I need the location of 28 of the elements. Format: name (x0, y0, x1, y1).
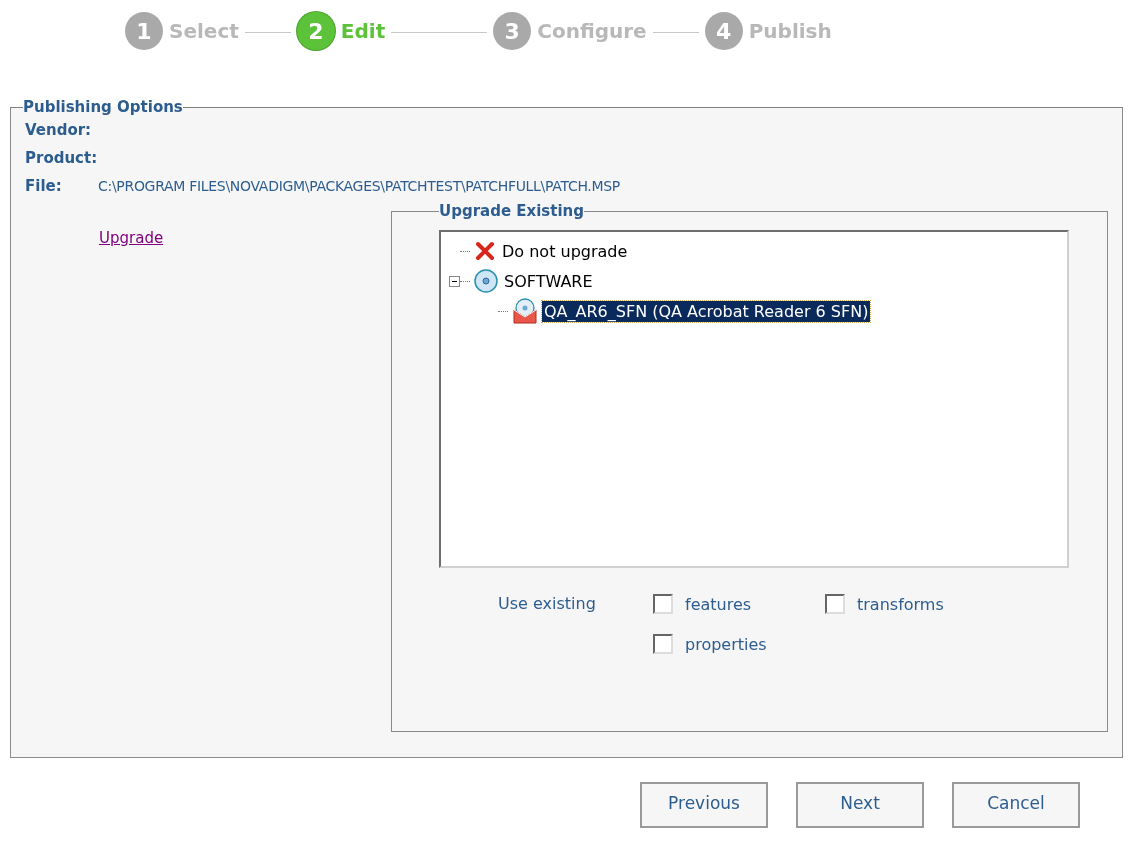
wizard-button[interactable]: Next (796, 782, 924, 828)
disc-box-icon (512, 298, 538, 324)
cross-icon (474, 240, 496, 262)
checkbox[interactable] (653, 594, 673, 614)
disc-icon (474, 269, 498, 293)
tree-item[interactable]: QA_AR6_SFN (QA Acrobat Reader 6 SFN) (542, 300, 871, 322)
upgrade-link[interactable]: Upgrade (99, 229, 164, 247)
wizard-step: 4 Publish (704, 12, 832, 50)
field-label: File: (25, 177, 63, 195)
wizard-button[interactable]: Cancel (952, 782, 1080, 828)
panel-title: Upgrade Existing (439, 202, 585, 220)
checkbox-label: features (685, 594, 752, 614)
checkbox[interactable] (653, 634, 673, 654)
checkbox-label: properties (685, 634, 767, 654)
wizard-step: 3 Configure (493, 12, 647, 50)
wizard-step: 2 Edit (296, 12, 386, 50)
field-label: Vendor: (25, 121, 93, 139)
collapse-icon[interactable] (449, 275, 460, 287)
checkbox[interactable] (825, 594, 845, 614)
checkbox-label: transforms (857, 594, 944, 614)
file-path: C:\PROGRAM FILES\NOVADIGM\PACKAGES\PATCHTEST\PATCHFULL\PATCH.MSP (98, 178, 620, 194)
wizard-step: 1 Select (125, 12, 239, 50)
option-label: Use existing (498, 594, 597, 615)
panel-title: Publishing Options (23, 98, 183, 116)
tree-item[interactable]: SOFTWARE (502, 270, 595, 292)
wizard-button[interactable]: Previous (640, 782, 768, 828)
field-label: Product: (25, 149, 98, 167)
tree-item[interactable]: Do not upgrade (500, 240, 630, 262)
